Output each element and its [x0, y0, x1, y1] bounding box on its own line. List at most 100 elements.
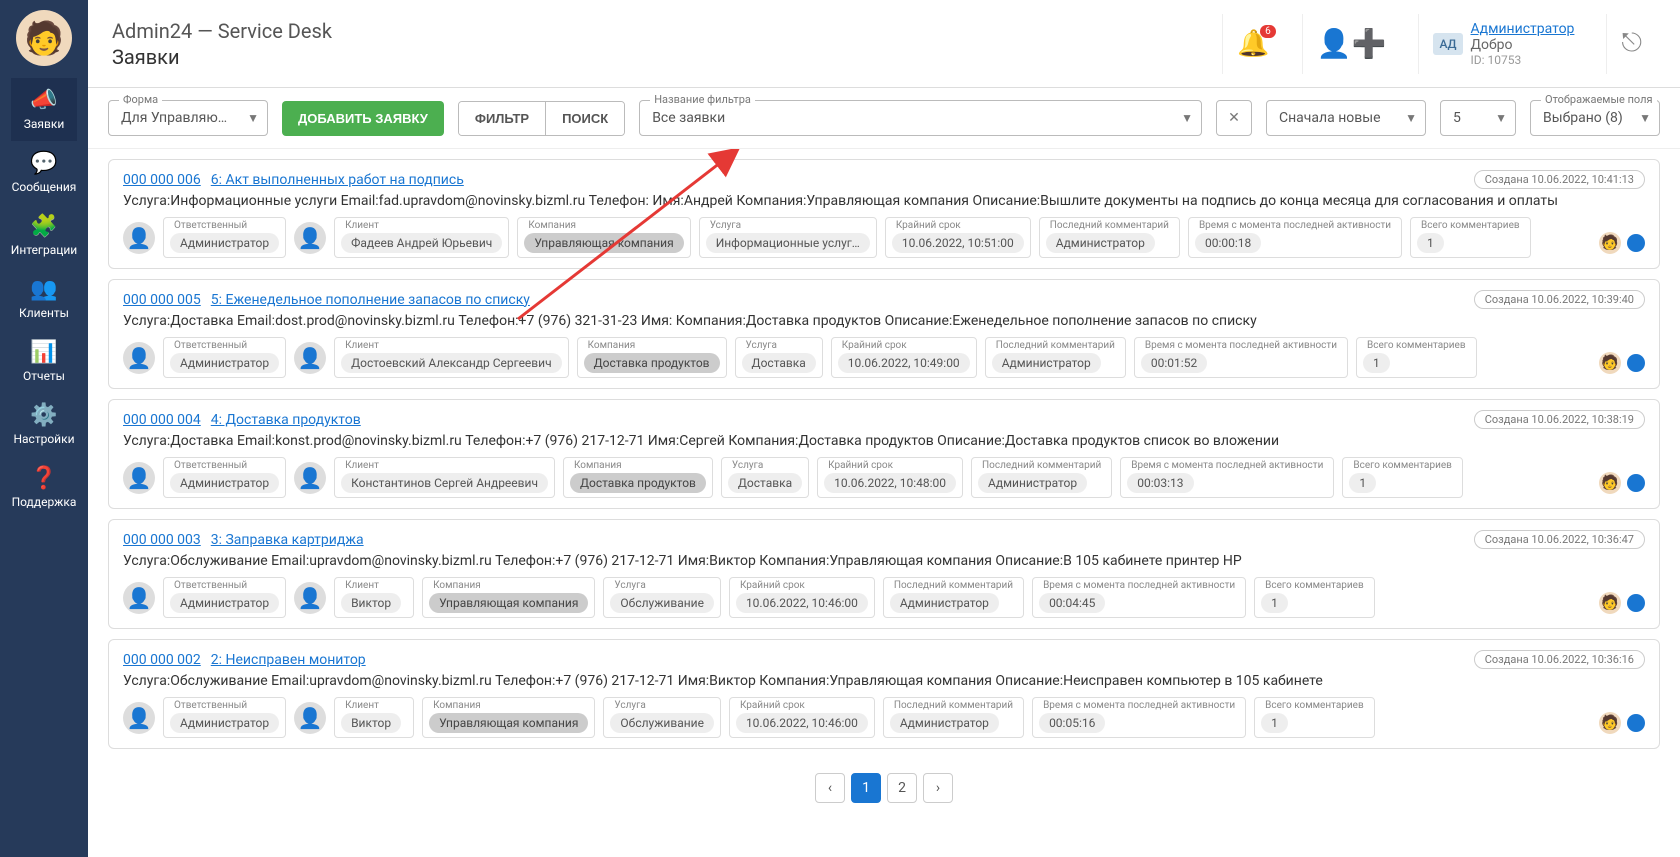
sidebar-item-Отчеты[interactable]: 📊Отчеты — [11, 330, 77, 393]
ticket-card: 000 000 005 5: Еженедельное пополнение за… — [108, 279, 1660, 389]
ticket-number-link[interactable]: 000 000 006 — [123, 172, 201, 188]
sidebar-item-label: Клиенты — [19, 306, 69, 320]
sidebar-item-Клиенты[interactable]: 👥Клиенты — [11, 267, 77, 330]
sidebar-item-Интеграции[interactable]: 🧩Интеграции — [11, 204, 77, 267]
meta-field: КлиентФадеев Андрей Юрьевич — [334, 217, 509, 258]
sidebar-item-label: Поддержка — [12, 495, 77, 509]
meta-field: Крайний срок 10.06.2022, 10:46:00 — [729, 577, 875, 618]
page-next[interactable]: › — [923, 773, 953, 803]
meta-value: 1 — [1261, 713, 1288, 733]
meta-label: Последний комментарий — [888, 700, 1019, 711]
page-size-select[interactable]: 5 ▼ — [1440, 100, 1516, 136]
form-label: Форма — [119, 93, 162, 106]
responsible-avatar: 👤 — [123, 702, 155, 734]
sidebar-item-label: Заявки — [24, 117, 65, 131]
client-avatar: 👤 — [294, 582, 326, 614]
ticket-title-link[interactable]: 3: Заправка картриджа — [211, 532, 364, 548]
meta-label: Последний комментарий — [888, 580, 1019, 591]
sidebar-item-label: Настройки — [13, 432, 74, 446]
meta-field: Всего комментариев1 — [1342, 457, 1463, 498]
ticket-description: Услуга:Информационные услуги Email:fad.u… — [123, 193, 1645, 209]
meta-field: Время с момента последней активности00:0… — [1120, 457, 1334, 498]
meta-field: УслугаОбслуживание — [603, 577, 721, 618]
ticket-title-link[interactable]: 5: Еженедельное пополнение запасов по сп… — [211, 292, 530, 308]
meta-value: Виктор — [341, 593, 401, 613]
meta-label: Последний комментарий — [976, 460, 1107, 471]
page-2[interactable]: 2 — [887, 773, 917, 803]
created-badge: Создана 10.06.2022, 10:39:40 — [1474, 290, 1645, 309]
ticket-title-link[interactable]: 2: Неисправен монитор — [211, 652, 366, 668]
ticket-title-link[interactable]: 4: Доставка продуктов — [211, 412, 361, 428]
meta-label: Последний комментарий — [1044, 220, 1175, 231]
meta-field: Последний комментарийАдминистратор — [883, 577, 1024, 618]
search-tab[interactable]: ПОИСК — [546, 102, 624, 135]
header: Admin24 — Service Desk Заявки 🔔 6 👤➕ АД … — [88, 0, 1680, 88]
page-prev[interactable]: ‹ — [815, 773, 845, 803]
meta-field: ОтветственныйАдминистратор — [163, 337, 286, 378]
chevron-down-icon: ▼ — [247, 111, 259, 125]
add-ticket-button[interactable]: ДОБАВИТЬ ЗАЯВКУ — [282, 101, 444, 136]
meta-value: 1 — [1261, 593, 1288, 613]
created-badge: Создана 10.06.2022, 10:36:16 — [1474, 650, 1645, 669]
meta-label: Всего комментариев — [1259, 700, 1370, 711]
avatar[interactable]: 🧑 — [16, 10, 72, 66]
meta-field: КомпанияДоставка продуктов — [577, 337, 727, 378]
meta-value: 10.06.2022, 10:51:00 — [892, 233, 1024, 253]
close-icon: ✕ — [1228, 110, 1240, 126]
ticket-number-link[interactable]: 000 000 005 — [123, 292, 201, 308]
mini-avatar: 🧑 — [1599, 712, 1621, 734]
notifications-button[interactable]: 🔔 6 — [1237, 29, 1269, 59]
chevron-down-icon: ▼ — [1495, 111, 1507, 125]
add-user-icon[interactable]: 👤➕ — [1317, 27, 1387, 60]
ticket-number-link[interactable]: 000 000 004 — [123, 412, 201, 428]
meta-value: 10.06.2022, 10:48:00 — [824, 473, 956, 493]
form-select[interactable]: Форма Для Управляющ… ▼ — [108, 100, 268, 136]
status-dot — [1627, 594, 1645, 612]
chevron-left-icon: ‹ — [828, 780, 832, 796]
meta-label: Клиент — [339, 700, 409, 711]
ticket-number-link[interactable]: 000 000 003 — [123, 532, 201, 548]
meta-value: Администратор — [1046, 233, 1155, 253]
status-dot — [1627, 234, 1645, 252]
ticket-description: Услуга:Доставка Email:dost.prod@novinsky… — [123, 313, 1645, 329]
meta-value: 10.06.2022, 10:46:00 — [736, 593, 868, 613]
meta-field: ОтветственныйАдминистратор — [163, 577, 286, 618]
logout-icon[interactable]: ⎋ — [1621, 28, 1642, 59]
meta-field: Крайний срок10.06.2022, 10:51:00 — [885, 217, 1031, 258]
sidebar-item-Заявки[interactable]: 📣Заявки — [11, 78, 77, 141]
meta-label: Крайний срок — [734, 580, 870, 591]
meta-label: Ответственный — [168, 220, 281, 231]
meta-label: Крайний срок — [836, 340, 972, 351]
page-1[interactable]: 1 — [851, 773, 881, 803]
meta-value: 10.06.2022, 10:49:00 — [838, 353, 970, 373]
meta-label: Компания — [582, 340, 722, 351]
meta-field: Последний комментарийАдминистратор — [883, 697, 1024, 738]
sidebar-item-Настройки[interactable]: ⚙️Настройки — [11, 393, 77, 456]
filter-tab[interactable]: ФИЛЬТР — [459, 102, 546, 135]
meta-value: Фадеев Андрей Юрьевич — [341, 233, 502, 253]
meta-value: 00:01:52 — [1141, 353, 1207, 373]
sort-select[interactable]: Сначала новые ▼ — [1266, 100, 1426, 136]
columns-label: Отображаемые поля — [1541, 93, 1657, 106]
meta-field: Всего комментариев 1 — [1254, 697, 1375, 738]
toolbar: Форма Для Управляющ… ▼ ДОБАВИТЬ ЗАЯВКУ Ф… — [88, 88, 1680, 149]
meta-field: КлиентКонстантинов Сергей Андреевич — [334, 457, 555, 498]
created-badge: Создана 10.06.2022, 10:36:47 — [1474, 530, 1645, 549]
meta-field: Время с момента последней активности00:0… — [1032, 697, 1246, 738]
sidebar-item-Сообщения[interactable]: 💬Сообщения — [11, 141, 77, 204]
chevron-down-icon: ▼ — [1405, 111, 1417, 125]
user-name-link[interactable]: Администратор — [1471, 21, 1575, 37]
meta-field: Последний комментарийАдминистратор — [971, 457, 1112, 498]
clear-filter-button[interactable]: ✕ — [1216, 100, 1252, 136]
sidebar-icon: ❓ — [11, 466, 77, 491]
ticket-description: Услуга:Доставка Email:konst.prod@novinsk… — [123, 433, 1645, 449]
mini-avatar: 🧑 — [1599, 352, 1621, 374]
columns-select[interactable]: Отображаемые поля Выбрано (8) ▼ — [1530, 100, 1660, 136]
sidebar-item-Поддержка[interactable]: ❓ Поддержка — [11, 456, 77, 519]
filter-name-select[interactable]: Название фильтра Все заявки ▼ — [639, 100, 1202, 136]
meta-label: Компания — [568, 460, 708, 471]
ticket-number-link[interactable]: 000 000 002 — [123, 652, 201, 668]
meta-field: КомпанияУправляющая компания — [517, 217, 690, 258]
meta-field: КомпанияУправляющая компания — [422, 577, 595, 618]
ticket-title-link[interactable]: 6: Акт выполненных работ на подпись — [211, 172, 464, 188]
